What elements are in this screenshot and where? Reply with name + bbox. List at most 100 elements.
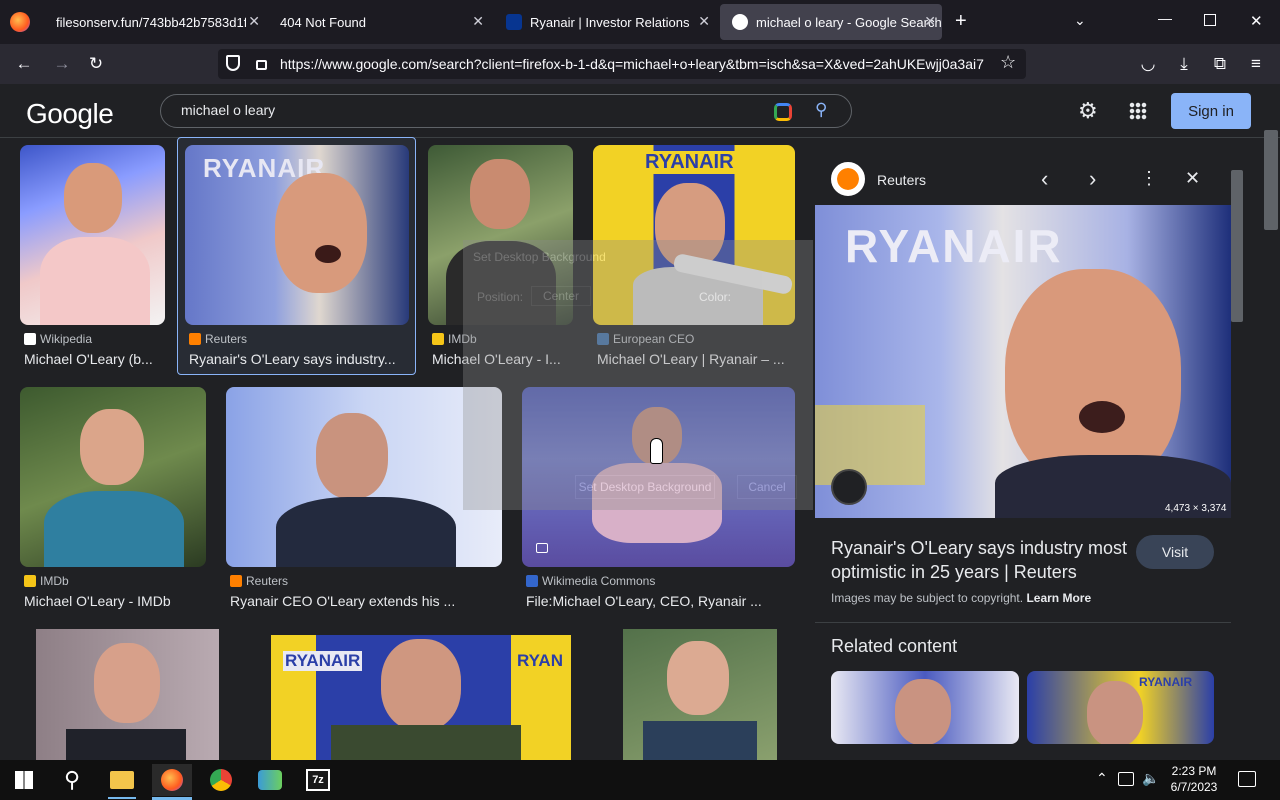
tab-label: filesonserv.fun/743bb42b7583d1fd4 [56, 14, 246, 30]
tab-ryanair[interactable]: Ryanair | Investor Relations ✕ [494, 0, 716, 44]
set-desktop-background-dialog-ghost: Set Desktop Background Position: Center … [463, 240, 813, 510]
taskbar: ⚲ 7z ⌃ 🔈 2:23 PM 6/7/2023 [0, 760, 1280, 800]
result-thumbnail[interactable] [226, 387, 502, 567]
downloads-icon[interactable]: ⤓ [1172, 52, 1196, 76]
firefox-taskbar-icon[interactable] [152, 764, 192, 796]
windows-start-icon[interactable] [8, 764, 40, 796]
file-explorer-icon[interactable] [106, 764, 138, 796]
7zip-icon[interactable]: 7z [302, 764, 334, 796]
dialog-title: Set Desktop Background [473, 250, 606, 264]
forward-icon[interactable]: → [50, 52, 74, 76]
result-title[interactable]: File:Michael O'Leary, CEO, Ryanair ... [526, 593, 776, 609]
result-source: Wikipedia [24, 332, 92, 346]
tray-chevron-icon[interactable]: ⌃ [1096, 770, 1108, 787]
image-dimensions: 4,473 × 3,374 [1165, 503, 1227, 514]
result-thumbnail[interactable]: RYANAIR RYAN [271, 635, 571, 760]
image-result[interactable]: IMDb Michael O'Leary - IMDb [20, 387, 206, 612]
clock-time: 2:23 PM [1171, 764, 1217, 778]
learn-more-link[interactable]: Learn More [1026, 591, 1091, 605]
cancel-button[interactable]: Cancel [737, 475, 797, 499]
close-icon[interactable]: ✕ [472, 13, 484, 30]
result-source: Wikimedia Commons [526, 574, 655, 588]
tab-google-search[interactable]: michael o leary - Google Search ✕ [720, 4, 942, 40]
search-icon[interactable]: ⚲ [815, 100, 827, 120]
google-logo[interactable]: Google [26, 98, 114, 130]
page-scrollbar[interactable] [1264, 130, 1278, 230]
search-input[interactable] [181, 102, 741, 118]
active-indicator [108, 797, 136, 799]
prev-arrow-icon[interactable]: ‹ [1041, 166, 1048, 192]
pocket-icon[interactable]: ◡ [1136, 52, 1160, 76]
result-title[interactable]: Ryanair CEO O'Leary extends his ... [230, 593, 480, 609]
result-title[interactable]: Ryanair's O'Leary says industry... [189, 351, 409, 367]
close-icon[interactable]: ✕ [248, 13, 260, 30]
bookmark-star-icon[interactable]: ☆ [1000, 52, 1016, 73]
apps-grid-icon[interactable] [1129, 102, 1147, 120]
visit-button[interactable]: Visit [1136, 535, 1214, 569]
google-header: Google ⚲ ⚙ Sign in [0, 84, 1280, 138]
url-text[interactable]: https://www.google.com/search?client=fir… [280, 56, 992, 72]
tab-filesonserv[interactable]: filesonserv.fun/743bb42b7583d1fd4 ✕ [44, 0, 266, 44]
clock-date: 6/7/2023 [1170, 780, 1218, 794]
shield-icon[interactable] [226, 55, 240, 71]
lens-search-icon[interactable] [831, 469, 867, 505]
search-taskbar-icon[interactable]: ⚲ [56, 764, 88, 796]
wikimedia-icon [526, 575, 538, 587]
url-bar[interactable]: https://www.google.com/search?client=fir… [218, 49, 1026, 79]
related-thumbnail[interactable] [831, 671, 1019, 744]
minimize-icon[interactable]: — [1158, 10, 1172, 26]
notifications-icon[interactable] [1238, 771, 1256, 787]
image-result[interactable]: RYANAIR Reuters Ryanair's O'Leary says i… [185, 145, 409, 370]
result-thumbnail[interactable] [20, 145, 165, 325]
tab-list-chevron-icon[interactable]: ⌄ [1074, 12, 1086, 29]
preview-image[interactable]: RYANAIR 4,473 × 3,374 [815, 205, 1231, 518]
extensions-icon[interactable]: ⧉ [1208, 52, 1232, 76]
result-thumbnail[interactable]: RYANAIR [185, 145, 409, 325]
panel-source[interactable]: Reuters [877, 172, 926, 188]
image-result[interactable]: Wikipedia Michael O'Leary (b... [20, 145, 166, 370]
close-icon[interactable]: ✕ [924, 13, 936, 30]
close-icon[interactable]: ✕ [698, 13, 710, 30]
settings-gear-icon[interactable]: ⚙ [1078, 98, 1098, 124]
divider [815, 622, 1231, 623]
chrome-icon[interactable] [205, 764, 237, 796]
lens-icon[interactable] [774, 103, 792, 121]
result-thumbnail[interactable] [623, 629, 777, 760]
window-close-icon[interactable]: ✕ [1250, 12, 1263, 30]
panel-scrollbar[interactable] [1231, 170, 1243, 322]
volume-muted-icon[interactable]: 🔈 [1142, 770, 1159, 787]
close-panel-icon[interactable]: ✕ [1185, 168, 1200, 189]
result-thumbnail[interactable] [20, 387, 206, 567]
new-tab-icon[interactable]: + [955, 10, 967, 33]
image-result[interactable]: Reuters Ryanair CEO O'Leary extends his … [226, 387, 502, 612]
network-icon[interactable] [1118, 772, 1134, 786]
more-options-icon[interactable]: ⋮ [1140, 168, 1158, 189]
result-thumbnail[interactable] [36, 629, 219, 760]
firefox-menu-icon[interactable] [10, 12, 30, 32]
search-box[interactable]: ⚲ [160, 94, 852, 128]
related-thumbnail[interactable]: RYANAIR [1027, 671, 1214, 744]
panel-title[interactable]: Ryanair's O'Leary says industry most opt… [831, 536, 1131, 584]
tab-label: Ryanair | Investor Relations [530, 14, 690, 30]
google-favicon-icon [732, 14, 748, 30]
lock-icon[interactable] [256, 60, 267, 70]
color-label: Color: [699, 290, 732, 304]
reload-icon[interactable]: ↻ [84, 52, 108, 76]
back-icon[interactable]: ← [12, 52, 36, 76]
tab-strip: filesonserv.fun/743bb42b7583d1fd4 ✕ 404 … [0, 0, 1280, 44]
position-select[interactable]: Center [531, 286, 591, 306]
image-preview-panel: Reuters ‹ › ⋮ ✕ RYANAIR 4,473 × 3,374 Ry… [815, 150, 1231, 760]
result-title[interactable]: Michael O'Leary (b... [24, 351, 164, 367]
hamburger-menu-icon[interactable]: ≡ [1244, 52, 1268, 76]
tab-404[interactable]: 404 Not Found ✕ [268, 0, 490, 44]
clock[interactable]: 2:23 PM 6/7/2023 [1168, 763, 1220, 795]
sign-in-button[interactable]: Sign in [1171, 93, 1251, 129]
restore-icon[interactable] [1204, 14, 1216, 26]
next-arrow-icon[interactable]: › [1089, 166, 1096, 192]
tab-label: michael o leary - Google Search [756, 14, 942, 30]
result-title[interactable]: Michael O'Leary - IMDb [24, 593, 206, 609]
ryanair-logo-text: RYANAIR [845, 220, 1063, 272]
people-app-icon[interactable] [254, 764, 286, 796]
result-source: Reuters [230, 574, 288, 588]
set-desktop-background-button[interactable]: Set Desktop Background [575, 475, 715, 499]
